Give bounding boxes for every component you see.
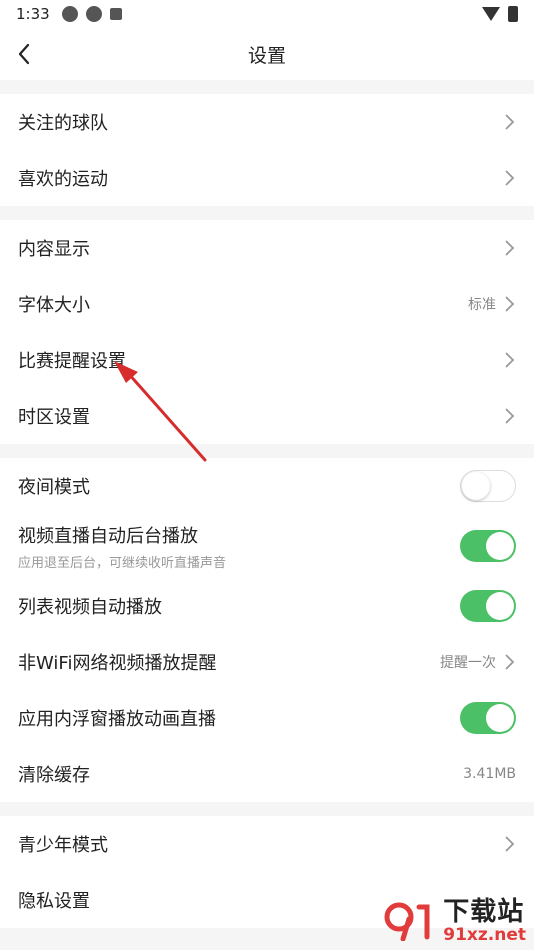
row-value: 标准 [468,297,496,313]
settings-row-clear-cache[interactable]: 清除缓存 3.41MB [0,746,534,802]
settings-row-match-reminder[interactable]: 比赛提醒设置 [0,332,534,388]
chevron-right-icon [505,352,515,368]
row-label: 时区设置 [18,407,90,428]
row-label: 喜欢的运动 [18,169,108,190]
settings-group-follow: 关注的球队 喜欢的运动 [0,94,534,206]
settings-row-night-mode: 夜间模式 [0,458,534,514]
chevron-right-icon [505,240,515,256]
watermark-logo-icon [384,902,430,941]
chevron-right-icon [505,114,515,130]
settings-group-display: 内容显示 字体大小 标准 比赛提醒设置 时区设置 [0,220,534,444]
battery-icon [508,6,518,22]
row-label: 应用内浮窗播放动画直播 [18,709,216,730]
row-label: 关注的球队 [18,113,108,134]
nav-bar: 设置 [0,28,534,80]
watermark: 下载站 91xz.net [383,898,526,944]
settings-row-list-autoplay: 列表视频自动播放 [0,578,534,634]
notification-icon [109,8,122,20]
status-bar: 1:33 [0,0,534,28]
back-arrow-icon[interactable] [12,40,40,68]
status-time: 1:33 [16,5,50,23]
list-autoplay-toggle[interactable] [460,590,516,622]
page-title: 设置 [247,44,286,67]
settings-group-playback: 夜间模式 视频直播自动后台播放 应用退至后台，可继续收听直播声音 列表视频自动播… [0,458,534,802]
settings-row-non-wifi-reminder[interactable]: 非WiFi网络视频播放提醒 提醒一次 [0,634,534,690]
settings-row-followed-teams[interactable]: 关注的球队 [0,94,534,150]
chevron-right-icon [505,408,515,424]
row-sublabel: 应用退至后台，可继续收听直播声音 [18,555,227,571]
chevron-right-icon [505,654,515,670]
chevron-right-icon [505,170,515,186]
row-label: 清除缓存 [18,765,90,786]
settings-row-teen-mode[interactable]: 青少年模式 [0,816,534,872]
chevron-right-icon [505,296,515,312]
row-label: 字体大小 [18,295,90,316]
wifi-icon [482,7,500,21]
notification-icon [61,6,78,22]
row-label: 隐私设置 [18,891,90,912]
background-play-toggle[interactable] [460,530,516,562]
notification-icon [85,6,102,22]
row-label: 比赛提醒设置 [18,351,126,372]
row-label: 内容显示 [18,239,90,260]
settings-row-floating-window: 应用内浮窗播放动画直播 [0,690,534,746]
settings-row-favorite-sports[interactable]: 喜欢的运动 [0,150,534,206]
settings-row-timezone[interactable]: 时区设置 [0,388,534,444]
floating-window-toggle[interactable] [460,702,516,734]
settings-row-background-play: 视频直播自动后台播放 应用退至后台，可继续收听直播声音 [0,514,534,578]
row-label: 夜间模式 [18,477,90,498]
chevron-right-icon [505,836,515,852]
row-label: 列表视频自动播放 [18,597,162,618]
row-label: 视频直播自动后台播放 [18,525,198,547]
night-mode-toggle[interactable] [460,470,516,502]
watermark-brand: 下载站 [443,897,525,927]
settings-row-font-size[interactable]: 字体大小 标准 [0,276,534,332]
watermark-url: 91xz.net [443,925,526,945]
row-label: 青少年模式 [18,835,108,856]
row-value: 提醒一次 [440,655,496,671]
cache-size-value: 3.41MB [463,766,516,782]
settings-row-content-display[interactable]: 内容显示 [0,220,534,276]
row-label: 非WiFi网络视频播放提醒 [18,653,217,674]
